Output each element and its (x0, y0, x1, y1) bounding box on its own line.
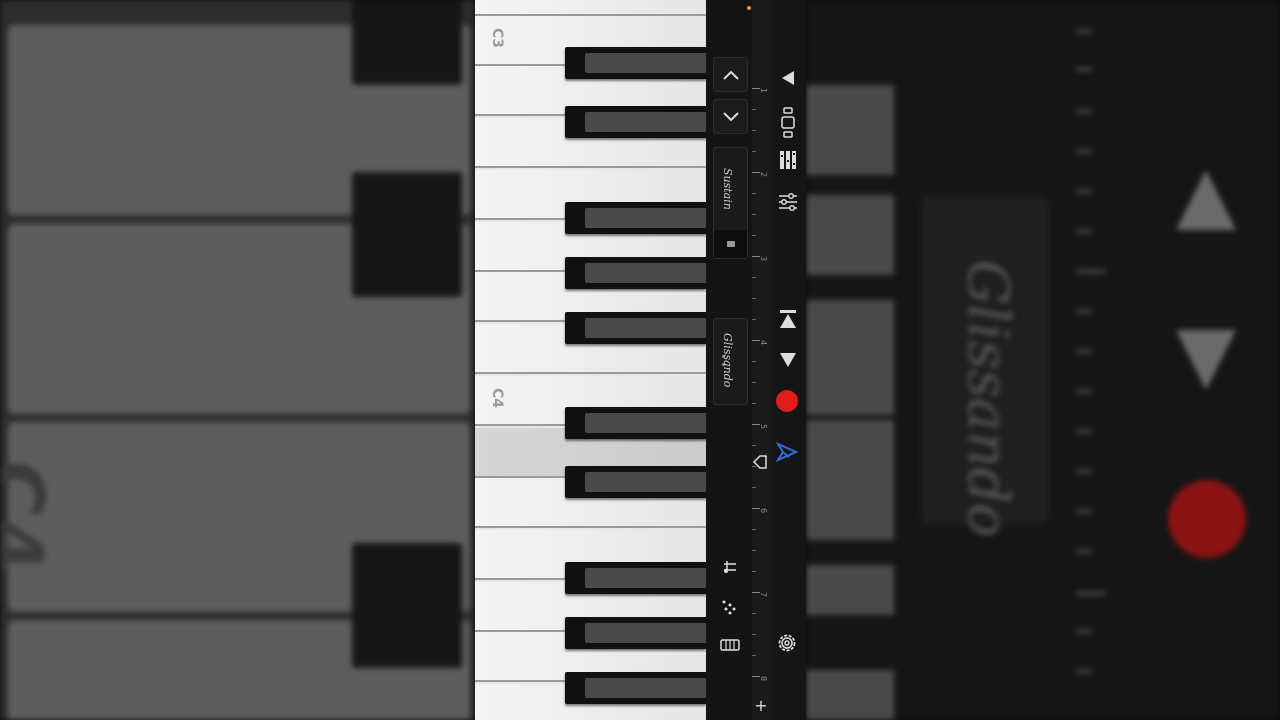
keyboard-layout-button[interactable] (776, 106, 800, 140)
glissando-label: Glissando (721, 333, 734, 388)
keyboard-layout-icon (781, 107, 795, 138)
settings-gear-icon (778, 634, 796, 652)
octave-down-button[interactable] (713, 99, 748, 134)
ruler-number: 6 (759, 508, 768, 514)
white-key[interactable] (475, 0, 706, 16)
scale-icon (722, 600, 735, 614)
background-glissando-label: Glissando (955, 260, 1020, 538)
background-c4-label: C4 (0, 460, 60, 575)
black-key[interactable] (565, 106, 706, 138)
settings-button[interactable] (774, 630, 800, 656)
ruler-number: 7 (759, 592, 768, 598)
black-key[interactable] (565, 562, 706, 594)
add-section-button[interactable]: + (753, 696, 769, 716)
record-button[interactable] (774, 388, 800, 414)
ruler-number: 3 (759, 256, 768, 262)
glissando-control[interactable]: Glissando (713, 318, 748, 405)
sustain-label: Sustain (721, 168, 734, 210)
keyboard-icon (719, 638, 740, 651)
tracks-icon (780, 151, 796, 169)
key-label-c4: C4 (489, 388, 505, 409)
ruler-number: 8 (759, 676, 768, 682)
scale-button[interactable] (713, 590, 746, 623)
mixer-sliders-icon (779, 192, 797, 212)
ruler-number: 5 (759, 424, 768, 430)
smart-controls-icon (776, 442, 798, 462)
black-key[interactable] (565, 257, 706, 289)
smart-controls-button[interactable] (774, 440, 800, 464)
mixer-button[interactable] (776, 190, 800, 214)
octave-up-button[interactable] (713, 57, 748, 92)
black-key[interactable] (565, 312, 706, 344)
play-icon (780, 353, 796, 367)
black-key[interactable] (565, 407, 706, 439)
arpeggiator-icon (723, 560, 736, 573)
ruler-number: 4 (759, 340, 768, 346)
black-key[interactable] (565, 617, 706, 649)
tracks-view-button[interactable] (776, 148, 800, 172)
ruler-number: 2 (759, 172, 768, 178)
timeline-ruler[interactable] (752, 0, 772, 720)
back-button[interactable] (776, 66, 800, 90)
black-key[interactable] (565, 672, 706, 704)
keyboard-button[interactable] (713, 628, 746, 661)
chevron-up-icon (722, 70, 739, 80)
ruler-number: 1 (759, 88, 768, 94)
arpeggiator-button[interactable] (713, 550, 746, 583)
sustain-lock-icon (714, 230, 747, 258)
sustain-control[interactable]: Sustain (713, 147, 748, 259)
playhead-marker[interactable] (752, 453, 768, 471)
play-button[interactable] (776, 348, 800, 372)
go-to-beginning-icon (780, 310, 796, 328)
chevron-down-icon (722, 111, 739, 121)
go-to-beginning-button[interactable] (776, 306, 800, 332)
record-icon (776, 390, 798, 412)
black-key[interactable] (565, 466, 706, 498)
key-label-c3: C3 (489, 28, 505, 49)
playhead-dot (747, 6, 751, 10)
black-key[interactable] (565, 202, 706, 234)
piano-keyboard[interactable]: C3 C4 (475, 0, 706, 720)
black-key[interactable] (565, 47, 706, 79)
back-triangle-icon (782, 71, 794, 85)
